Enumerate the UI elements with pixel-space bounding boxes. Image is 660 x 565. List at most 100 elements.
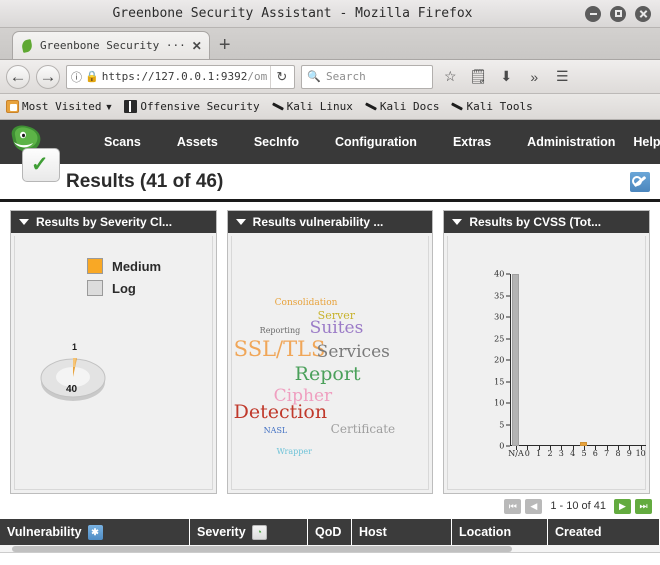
pagination-prev-button[interactable]: ◀ xyxy=(525,498,543,514)
bookmarks-bar: Most Visited ▼ Offensive Security Kali L… xyxy=(0,94,660,120)
chevron-down-icon[interactable] xyxy=(235,219,246,225)
word-cloud-term[interactable]: Wrapper xyxy=(277,447,312,456)
donut-chart[interactable]: 1 40 xyxy=(29,340,125,410)
results-table-header: Vulnerability ✱ Severity ◔ QoD Host Location Cr… xyxy=(0,518,660,545)
wrench-icon xyxy=(450,100,463,113)
x-tick-label: 0 xyxy=(524,449,530,458)
new-tab-button[interactable]: + xyxy=(210,31,240,59)
reload-icon[interactable]: ↻ xyxy=(270,65,292,88)
legend-item-medium[interactable]: Medium xyxy=(87,258,161,274)
info-icon[interactable]: ⓘ xyxy=(71,69,82,85)
search-input[interactable]: Search xyxy=(326,70,366,83)
word-cloud-term[interactable]: Suites xyxy=(310,318,364,338)
table-column-label: Created xyxy=(555,525,602,539)
menu-item-scans[interactable]: Scans xyxy=(86,135,159,149)
url-path: /om xyxy=(247,70,268,83)
bookmark-most-visited[interactable]: Most Visited ▼ xyxy=(6,100,113,113)
browser-tab[interactable]: Greenbone Security ··· ✕ xyxy=(12,31,210,59)
wrench-settings-icon[interactable] xyxy=(630,171,650,192)
x-tick-label: 4 xyxy=(570,449,576,458)
hamburger-menu-icon[interactable]: ☰ xyxy=(551,66,573,88)
maximize-icon[interactable] xyxy=(610,5,626,22)
x-tick-label: N/A xyxy=(508,449,524,458)
page-header: Results (41 of 46) xyxy=(0,164,660,202)
chevron-double-right-icon[interactable]: » xyxy=(523,66,545,88)
search-bar[interactable]: 🔍 Search xyxy=(301,64,434,89)
word-cloud[interactable]: Consolidation Server Suites Reporting SSL/TL… xyxy=(232,236,429,489)
word-cloud-term[interactable]: Report xyxy=(295,363,361,385)
panel-results-by-cvss: Results by CVSS (Tot... 0 5 10 15 20 25 30 35 40… xyxy=(443,210,651,494)
url-scheme-host: https://127.0.0.1:9392 xyxy=(101,70,248,83)
x-tick-label: 3 xyxy=(558,449,564,458)
star-icon[interactable]: ☆ xyxy=(439,66,461,88)
pagination-next-button[interactable]: ▶ xyxy=(614,498,631,514)
word-cloud-term[interactable]: NASL xyxy=(264,426,288,435)
forward-button[interactable]: → xyxy=(36,64,60,89)
panel-header[interactable]: Results vulnerability ... xyxy=(227,211,433,233)
x-tick-mark xyxy=(606,446,608,450)
table-column-header[interactable]: QoD xyxy=(308,519,352,545)
check-icon: ✓ xyxy=(31,153,49,176)
severity-icon[interactable]: ◔ xyxy=(251,524,267,540)
legend-label: Log xyxy=(112,280,136,296)
horizontal-scrollbar[interactable] xyxy=(0,545,660,553)
solution-type-icon[interactable]: ✱ xyxy=(87,524,103,540)
bookmark-kali-linux[interactable]: Kali Linux xyxy=(271,100,353,113)
table-column-header[interactable]: Created xyxy=(548,519,660,545)
chevron-down-icon[interactable]: ▼ xyxy=(104,102,113,112)
menu-item-help[interactable]: Help xyxy=(633,135,660,149)
bookmark-kali-tools[interactable]: Kali Tools xyxy=(450,100,532,113)
bookmark-label: Most Visited xyxy=(22,100,102,113)
word-cloud-term[interactable]: SSL/TLS xyxy=(234,337,326,361)
url-bar[interactable]: ⓘ 🔒 https://127.0.0.1:9392/om ↻ xyxy=(66,64,296,89)
panel-header[interactable]: Results by Severity Cl... xyxy=(11,211,216,233)
word-cloud-term[interactable]: Detection xyxy=(234,401,327,423)
scrollbar-thumb[interactable] xyxy=(12,546,512,552)
download-icon[interactable]: ⬇ xyxy=(495,66,517,88)
y-tick-label: 0 xyxy=(499,441,505,451)
close-icon[interactable] xyxy=(635,5,651,22)
word-cloud-term[interactable]: Services xyxy=(317,342,390,362)
page-title: Results (41 of 46) xyxy=(66,170,224,192)
y-tick-mark xyxy=(506,381,511,382)
menu-item-secinfo[interactable]: SecInfo xyxy=(236,135,317,149)
table-column-header[interactable]: Location xyxy=(452,519,548,545)
folder-icon xyxy=(6,100,19,113)
logo-badge: ✓ xyxy=(22,148,60,182)
donut-slice-value-log: 40 xyxy=(66,384,78,395)
pagination-first-button[interactable]: ⏮ xyxy=(504,498,522,514)
panel-body: Medium Log 1 40 xyxy=(14,236,213,490)
bookmark-offensive-security[interactable]: Offensive Security xyxy=(124,100,260,113)
lock-icon[interactable]: 🔒 xyxy=(85,70,99,83)
chevron-down-icon[interactable] xyxy=(19,219,29,225)
word-cloud-term[interactable]: Reporting xyxy=(260,326,301,335)
close-icon[interactable]: ✕ xyxy=(192,39,202,53)
pagination-last-button[interactable]: ⏭ xyxy=(635,498,652,514)
app-navbar: ✓ Scans Assets SecInfo Configuration Ext… xyxy=(0,120,660,182)
bookmark-kali-docs[interactable]: Kali Docs xyxy=(364,100,440,113)
panel-body: Consolidation Server Suites Reporting SSL/TL… xyxy=(230,236,430,490)
bar-chart[interactable]: 0 5 10 15 20 25 30 35 40 N/A 0 1 2 3 4 5 6 7 8 9 10 xyxy=(478,270,648,474)
bar[interactable] xyxy=(512,274,520,446)
legend-item-log[interactable]: Log xyxy=(87,280,161,296)
menu-item-administration[interactable]: Administration xyxy=(509,135,633,149)
table-column-header[interactable]: Host xyxy=(352,519,452,545)
back-button[interactable]: ← xyxy=(6,64,30,89)
browser-tabstrip: Greenbone Security ··· ✕ + xyxy=(0,28,660,60)
bookmark-label: Kali Linux xyxy=(286,100,353,113)
library-icon[interactable]: 🗒 xyxy=(467,66,489,88)
panel-header[interactable]: Results by CVSS (Tot... xyxy=(444,211,650,233)
table-column-header[interactable]: Vulnerability ✱ xyxy=(0,519,190,545)
chevron-down-icon[interactable] xyxy=(452,219,463,225)
word-cloud-term[interactable]: Certificate xyxy=(331,422,395,436)
menu-item-configuration[interactable]: Configuration xyxy=(317,135,435,149)
menu-item-assets[interactable]: Assets xyxy=(159,135,236,149)
x-tick-mark xyxy=(629,446,631,450)
x-tick-label: 1 xyxy=(536,449,542,458)
table-column-header[interactable]: Severity ◔ xyxy=(190,519,308,545)
word-cloud-term[interactable]: Consolidation xyxy=(275,298,338,308)
minimize-icon[interactable] xyxy=(585,5,601,22)
url-input[interactable]: https://127.0.0.1:9392/om xyxy=(102,70,268,83)
menu-item-extras[interactable]: Extras xyxy=(435,135,509,149)
y-tick-label: 40 xyxy=(494,269,505,279)
